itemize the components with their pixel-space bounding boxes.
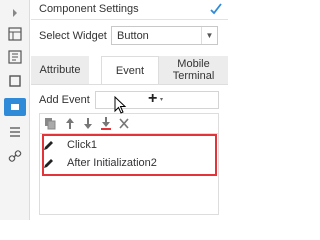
move-to-bottom-icon[interactable] [100,117,112,130]
add-event-row: Add Event + ▾ [31,90,228,109]
left-sidebar [0,0,30,220]
add-icon[interactable]: + [148,90,157,108]
confirm-check-icon[interactable] [210,2,222,16]
frame-icon[interactable] [8,74,22,88]
edit-pencil-icon[interactable] [43,139,55,151]
panel-title: Component Settings [39,3,139,15]
edit-pencil-icon[interactable] [43,157,55,169]
widget-settings-icon[interactable] [4,98,26,116]
component-settings-panel: Component Settings Select Widget Button … [31,0,228,220]
link-icon[interactable] [8,149,22,163]
event-label: After Initialization2 [67,157,157,169]
event-list: Click1 After Initialization2 [39,133,219,215]
form-layout-icon[interactable] [8,27,22,41]
copy-icon[interactable] [44,117,56,130]
move-down-icon[interactable] [82,117,94,130]
add-dropdown-caret-icon[interactable]: ▾ [160,96,163,103]
list-item[interactable]: After Initialization2 [40,155,211,173]
tab-attribute[interactable]: Attribute [31,56,89,84]
widget-select-row: Select Widget Button ▼ [31,26,228,46]
event-label: Click1 [67,139,97,151]
chevron-down-icon[interactable]: ▼ [201,27,217,44]
panel-header: Component Settings [31,0,228,20]
tab-mobile-terminal[interactable]: Mobile Terminal [159,56,228,84]
widget-select[interactable]: Button ▼ [111,26,218,45]
widget-select-value: Button [117,30,149,42]
collapse-arrow-icon[interactable] [8,6,22,20]
template-icon[interactable] [8,50,22,64]
delete-icon[interactable] [118,117,130,130]
list-item[interactable]: Click1 [40,137,211,155]
move-up-icon[interactable] [64,117,76,130]
list-settings-icon[interactable] [8,125,22,139]
tabs-divider [31,84,228,85]
mouse-pointer-icon [114,96,127,114]
tab-event[interactable]: Event [101,56,159,85]
event-toolbar [39,113,219,133]
widget-select-label: Select Widget [39,30,107,42]
settings-tabs: Attribute Event Mobile Terminal [31,56,228,85]
add-event-label: Add Event [39,94,90,106]
